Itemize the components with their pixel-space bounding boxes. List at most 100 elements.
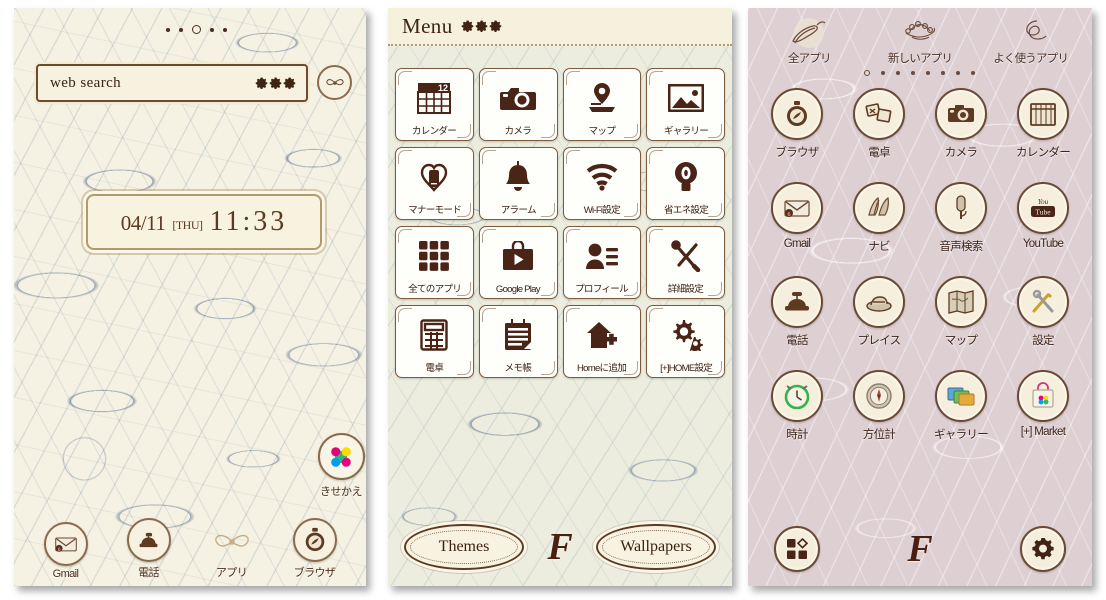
menu-tile-eco[interactable]: 省エネ設定 [646,147,725,220]
menu-tile-manner-mode[interactable]: マナーモード [395,147,474,220]
tab-label: よく使うアプリ [993,53,1069,65]
page-dot[interactable] [941,71,945,75]
menu-tile-calendar[interactable]: 12 カレンダー [395,68,474,141]
dock-item-browser[interactable]: ブラウザ [282,518,348,580]
app-map[interactable]: マップ [920,276,1002,348]
map-pin-icon [585,69,619,126]
home-page-indicator[interactable] [166,25,227,34]
menu-tile-memo[interactable]: メモ帳 [478,305,558,378]
dock-item-apps[interactable]: アプリ [199,522,265,580]
tab-new-apps[interactable]: 新しいアプリ [868,16,972,66]
menu-tile-camera[interactable]: カメラ [478,68,558,141]
app-label: ナビ [868,241,890,253]
app-market[interactable]: [+] Market [1002,370,1084,442]
kisekae-button[interactable]: きせかえ [317,433,365,499]
app-label: 方位計 [862,429,896,441]
themes-button[interactable]: Themes [404,524,524,570]
app-label: 時計 [786,429,808,441]
page-dot[interactable] [210,27,214,32]
app-label: カレンダー [1016,147,1071,159]
wallpapers-button[interactable]: Wallpapers [595,524,716,570]
app-phone[interactable]: 電話 [756,276,838,348]
menu-tile-alarm[interactable]: アラーム [478,147,558,220]
dock-item-phone[interactable]: 電話 [116,518,182,580]
menu-tile-add-home[interactable]: Homeに追加 [562,305,642,378]
page-dot[interactable] [956,71,960,75]
tile-label: 電卓 [425,363,444,374]
map-icon [935,276,987,328]
gmail-icon: 6 [771,182,823,234]
menu-tile-google-play[interactable]: Google Play [478,226,558,299]
menu-screen-panel: Menu 12 カレンダー カメラ マップ ギャラリー マナーモード アラーム … [388,8,732,586]
page-dot[interactable] [911,71,915,75]
page-dot[interactable] [926,71,930,75]
menu-tile-map[interactable]: マップ [562,68,642,141]
app-navigation[interactable]: ナビ [838,182,920,254]
menu-tile-all-apps[interactable]: 全てのアプリ [395,226,474,299]
menu-tile-wifi[interactable]: Wi-Fi設定 [562,147,642,220]
svg-text:12: 12 [438,83,448,93]
tile-label: 詳細設定 [667,284,704,295]
kisekae-icon [317,433,365,480]
bow-icon[interactable] [317,65,352,100]
page-dot[interactable] [179,27,183,32]
app-label: プレイス [857,335,902,347]
svg-text:6: 6 [788,212,791,218]
gear-icon[interactable] [1019,526,1066,572]
page-dot[interactable] [166,27,170,32]
app-browser[interactable]: ブラウザ [756,88,838,160]
page-dot[interactable] [223,27,227,32]
manner-mode-icon [418,148,450,205]
page-dot[interactable] [971,71,975,75]
search-input[interactable]: web search [38,75,255,92]
app-label: 電話 [786,335,808,347]
menu-tile-advanced-settings[interactable]: 詳細設定 [646,226,725,299]
calendar-icon: 12 [416,69,452,126]
clock-widget[interactable]: 04/11 [THU] 11:33 [86,194,322,250]
drawer-page-indicator[interactable] [864,70,975,76]
menu-tile-profile[interactable]: プロフィール [562,226,642,299]
page-dot[interactable] [896,71,900,75]
page-dot-active[interactable] [864,70,870,76]
menu-tile-calculator[interactable]: 電卓 [395,305,474,378]
menu-tile-gallery[interactable]: ギャラリー [646,68,725,141]
page-dot-active[interactable] [192,25,201,34]
tab-label: 全アプリ [787,53,832,65]
tools-icon [670,227,702,284]
menu-bottom-bar: Themes F Wallpapers [388,518,732,576]
flower-bow-icon [868,16,972,50]
app-voice-search[interactable]: 音声検索 [920,182,1002,254]
apps-grid-icon[interactable] [774,526,820,572]
play-bag-icon [502,227,534,284]
tab-all-apps[interactable]: 全アプリ [757,16,861,66]
dock-item-gmail[interactable]: 6 Gmail [33,522,99,580]
clock-icon [771,370,823,422]
app-places[interactable]: プレイス [838,276,920,348]
places-icon [853,276,905,328]
app-calendar[interactable]: カレンダー [1002,88,1084,160]
app-label: ブラウザ [775,147,819,159]
web-search-bar[interactable]: web search [36,64,308,102]
tab-frequent-apps[interactable]: よく使うアプリ [979,16,1083,66]
app-gallery[interactable]: ギャラリー [920,370,1002,442]
drawer-bottom-bar: F [748,524,1092,574]
gears-icon[interactable] [453,20,502,33]
gmail-icon: 6 [43,522,88,566]
app-clock[interactable]: 時計 [756,370,838,442]
gallery-icon [667,69,704,126]
market-bag-icon [1017,370,1069,422]
dock-label: 電話 [138,567,159,579]
camera-icon [935,88,987,140]
app-camera[interactable]: カメラ [920,88,1002,160]
all-apps-icon [418,227,450,284]
app-youtube[interactable]: You Tube YouTube [1002,182,1084,254]
app-gmail[interactable]: 6 Gmail [756,182,838,254]
microphone-icon [935,182,987,234]
camera-icon [500,69,537,126]
app-calculator[interactable]: 電卓 [838,88,920,160]
page-dot[interactable] [881,71,885,75]
menu-tile-home-settings[interactable]: [+]HOME設定 [646,305,725,378]
app-compass[interactable]: 方位計 [838,370,920,442]
app-settings[interactable]: 設定 [1002,276,1084,348]
gears-icon[interactable] [255,77,306,90]
